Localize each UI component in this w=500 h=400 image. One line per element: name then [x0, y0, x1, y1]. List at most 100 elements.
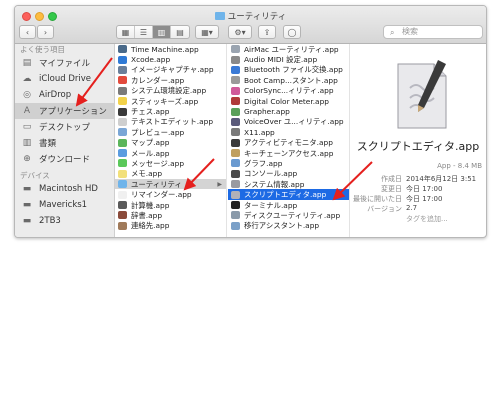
arrange-button[interactable]: ▦▾ — [195, 25, 219, 39]
arrange-icon: ▦▾ — [201, 27, 213, 37]
file-list-item[interactable]: イメージキャプチャ.app — [115, 65, 226, 75]
back-button[interactable]: ‹ — [19, 25, 36, 39]
column-view-icon[interactable]: ▥ — [153, 26, 171, 38]
app-icon — [118, 128, 127, 137]
file-list-item[interactable]: キーチェーンアクセス.app — [228, 148, 349, 158]
info-key — [350, 214, 406, 224]
gear-icon: ⚙▾ — [234, 27, 246, 37]
sidebar-item[interactable]: A アプリケーション — [15, 103, 114, 119]
file-list-item[interactable]: Boot Camp...スタント.app — [228, 75, 349, 85]
file-list-item[interactable]: Grapher.app — [228, 106, 349, 116]
file-list-item[interactable]: 移行アシスタント.app — [228, 221, 349, 231]
file-name: チェス.app — [131, 107, 170, 117]
icon-view-icon[interactable]: ▦ — [117, 26, 135, 38]
window-title-label: ユーティリティ — [227, 12, 287, 22]
file-list-item[interactable]: メール.app — [115, 148, 226, 158]
disclosure-chevron-icon: ▶ — [217, 180, 222, 188]
app-icon — [231, 138, 240, 147]
info-row: 変更日 今日 17:00 — [350, 184, 486, 194]
file-list-item[interactable]: スティッキーズ.app — [115, 96, 226, 106]
sidebar-item[interactable]: ◎ AirDrop — [15, 87, 114, 103]
file-name: キーチェーンアクセス.app — [244, 148, 334, 158]
file-name: メモ.app — [131, 169, 163, 179]
search-icon: ⌕ — [390, 28, 395, 37]
sidebar-section-devices: デバイス — [20, 171, 50, 180]
file-list-item[interactable]: AirMac ユーティリティ.app — [228, 44, 349, 54]
list-view-icon[interactable]: ☰ — [135, 26, 153, 38]
info-value: 今日 17:00 — [406, 185, 443, 193]
app-icon — [231, 190, 240, 199]
file-list-item[interactable]: Digital Color Meter.app — [228, 96, 349, 106]
file-list-item[interactable]: ターミナル.app — [228, 200, 349, 210]
app-icon — [118, 190, 127, 199]
app-icon — [231, 86, 240, 95]
file-list-item[interactable]: Audio MIDI 設定.app — [228, 54, 349, 64]
file-name: Bluetooth ファイル交換.app — [244, 65, 343, 75]
file-name: アクティビティモニタ.app — [244, 138, 333, 148]
column-utilities: AirMac ユーティリティ.app Audio MIDI 設定.app Bluet… — [228, 44, 350, 237]
file-name: カレンダー.app — [131, 75, 185, 85]
file-list-item[interactable]: プレビュー.app — [115, 127, 226, 137]
app-icon — [231, 180, 240, 189]
sidebar-item-label: Macintosh HD — [39, 184, 98, 194]
file-name: 計算機.app — [131, 200, 170, 210]
file-list-item[interactable]: 計算機.app — [115, 200, 226, 210]
file-list-item[interactable]: システム情報.app — [228, 179, 349, 189]
forward-button[interactable]: › — [37, 25, 54, 39]
file-list-item[interactable]: システム環境設定.app — [115, 86, 226, 96]
file-name: スクリプトエディタ.app — [244, 190, 327, 200]
share-button[interactable]: ⇪ — [258, 25, 276, 39]
file-name: リマインダー.app — [131, 190, 192, 200]
script-editor-icon — [397, 60, 447, 129]
sidebar-item-label: ダウンロード — [39, 155, 91, 165]
search-field[interactable]: ⌕ 検索 — [383, 25, 483, 39]
sidebar-item[interactable]: ▭ デスクトップ — [15, 119, 114, 135]
file-list-item[interactable]: メモ.app — [115, 169, 226, 179]
sidebar-section-favorites: よく使う項目 — [20, 45, 65, 54]
file-list-item[interactable]: VoiceOver ユ...ィリティ.app — [228, 117, 349, 127]
file-list-item[interactable]: X11.app — [228, 127, 349, 137]
sidebar-item[interactable]: ▤ マイファイル — [15, 55, 114, 71]
file-list-item[interactable]: スクリプトエディタ.app — [228, 189, 349, 200]
preview-pane: スクリプトエディタ.app App - 8.4 MB 作成日 2014年6月12日… — [350, 44, 486, 237]
sidebar-item-label: 書類 — [39, 139, 57, 149]
file-list-item[interactable]: ColorSync...ィリティ.app — [228, 86, 349, 96]
file-name: プレビュー.app — [131, 127, 185, 137]
file-list-item[interactable]: Time Machine.app — [115, 44, 226, 54]
window-title: ユーティリティ — [15, 10, 486, 22]
file-list-item[interactable]: 辞書.app — [115, 210, 226, 220]
action-button[interactable]: ⚙▾ — [228, 25, 252, 39]
file-list-item[interactable]: アクティビティモニタ.app — [228, 138, 349, 148]
file-list-item[interactable]: チェス.app — [115, 106, 226, 116]
file-list-item[interactable]: リマインダー.app — [115, 189, 226, 199]
file-list-item[interactable]: コンソール.app — [228, 169, 349, 179]
add-tags-link[interactable]: タグを追加... — [406, 214, 448, 224]
app-icon — [118, 180, 127, 189]
share-icon: ⇪ — [263, 27, 271, 37]
file-list-item[interactable]: ユーティリティ ▶ — [115, 179, 226, 190]
sidebar-item[interactable]: ▬ 2TB3 — [15, 213, 114, 229]
file-list-item[interactable]: Bluetooth ファイル交換.app — [228, 65, 349, 75]
sidebar: よく使う項目 ▤ マイファイル ☁ iCloud Drive ◎ AirDrop A アプリケ… — [15, 44, 115, 237]
sidebar-item[interactable]: ⊕ ダウンロード — [15, 151, 114, 167]
tags-button[interactable]: ◯ — [283, 25, 301, 39]
file-list-item[interactable]: ディスクユーティリティ.app — [228, 210, 349, 220]
sidebar-item[interactable]: ▬ Macintosh HD — [15, 181, 114, 197]
file-list-item[interactable]: マップ.app — [115, 138, 226, 148]
file-list-item[interactable]: メッセージ.app — [115, 158, 226, 168]
cover-flow-icon[interactable]: ▤ — [171, 26, 189, 38]
view-mode-selector[interactable]: ▦ ☰ ▥ ▤ — [116, 25, 190, 39]
file-name: ディスクユーティリティ.app — [244, 210, 341, 220]
file-list-item[interactable]: 連絡先.app — [115, 221, 226, 231]
sidebar-item-label: 2TB3 — [39, 216, 61, 226]
sidebar-item[interactable]: ☁ iCloud Drive — [15, 71, 114, 87]
file-list-item[interactable]: グラフ.app — [228, 158, 349, 168]
sidebar-item[interactable]: ▥ 書類 — [15, 135, 114, 151]
folder-icon — [214, 12, 225, 20]
file-list-item[interactable]: カレンダー.app — [115, 75, 226, 85]
file-list-item[interactable]: テキストエディット.app — [115, 117, 226, 127]
sidebar-item[interactable]: ▬ Mavericks1 — [15, 197, 114, 213]
file-list-item[interactable]: Xcode.app — [115, 54, 226, 64]
file-name: AirMac ユーティリティ.app — [244, 44, 339, 54]
preview-file-kind: App - 8.4 MB — [437, 162, 482, 170]
